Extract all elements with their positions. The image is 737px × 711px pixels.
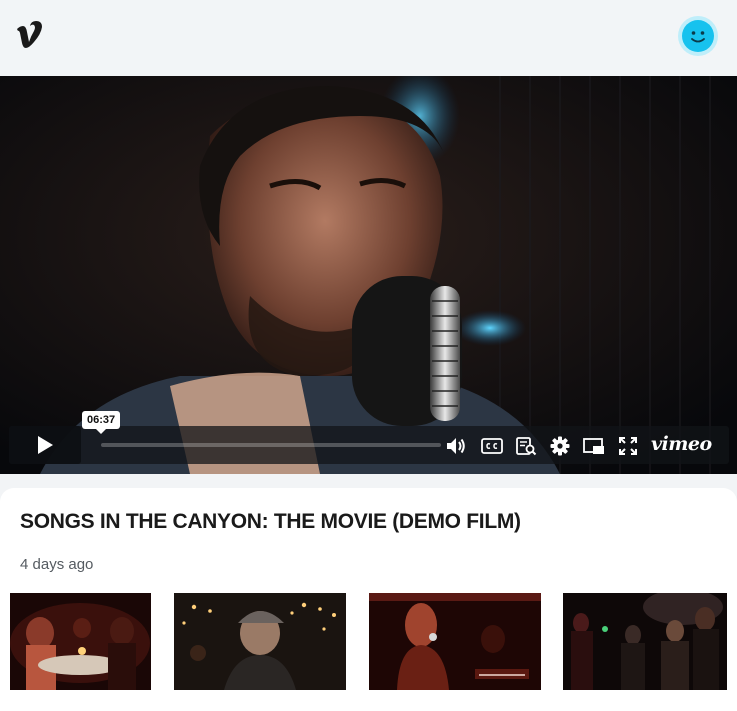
related-video-thumbnail[interactable]: [369, 593, 541, 690]
related-video-thumbnail[interactable]: [174, 593, 346, 690]
singer-red-stage-light-image: [369, 593, 541, 690]
video-info-card: SONGS IN THE CANYON: THE MOVIE (DEMO FIL…: [0, 488, 737, 711]
play-icon: [38, 436, 53, 454]
volume-icon: [447, 438, 465, 454]
vimeo-wordmark-link[interactable]: vimeo: [651, 433, 712, 455]
band-performing-dark-stage-image: [563, 593, 727, 690]
couple-at-candlelit-table-image: [10, 593, 151, 690]
picture-in-picture-icon: [583, 438, 604, 454]
transcript-icon: [516, 437, 537, 456]
player-control-bar: vimeo: [9, 426, 729, 464]
closed-captions-icon: [481, 438, 503, 454]
settings-button[interactable]: [549, 435, 571, 457]
progress-bar[interactable]: [101, 443, 441, 447]
user-avatar[interactable]: [678, 16, 718, 56]
hover-time-tooltip: 06:37: [82, 411, 121, 434]
play-button[interactable]: [9, 426, 81, 464]
volume-button[interactable]: [445, 435, 467, 457]
video-title: SONGS IN THE CANYON: THE MOVIE (DEMO FIL…: [20, 510, 521, 533]
video-player[interactable]: vimeo 06:37: [0, 76, 737, 474]
transcript-button[interactable]: [515, 435, 537, 457]
upload-date: 4 days ago: [20, 556, 94, 573]
vimeo-logo-icon[interactable]: [14, 18, 48, 52]
fullscreen-icon: [619, 437, 637, 455]
man-in-cap-night-bokeh-image: [174, 593, 346, 690]
related-video-thumbnail[interactable]: [563, 593, 727, 690]
picture-in-picture-button[interactable]: [583, 435, 605, 457]
smiley-face-icon: [682, 20, 714, 52]
settings-icon: [550, 436, 570, 456]
closed-captions-button[interactable]: [481, 435, 503, 457]
fullscreen-button[interactable]: [617, 435, 639, 457]
top-bar: [0, 0, 737, 76]
related-video-thumbnail[interactable]: [10, 593, 151, 690]
